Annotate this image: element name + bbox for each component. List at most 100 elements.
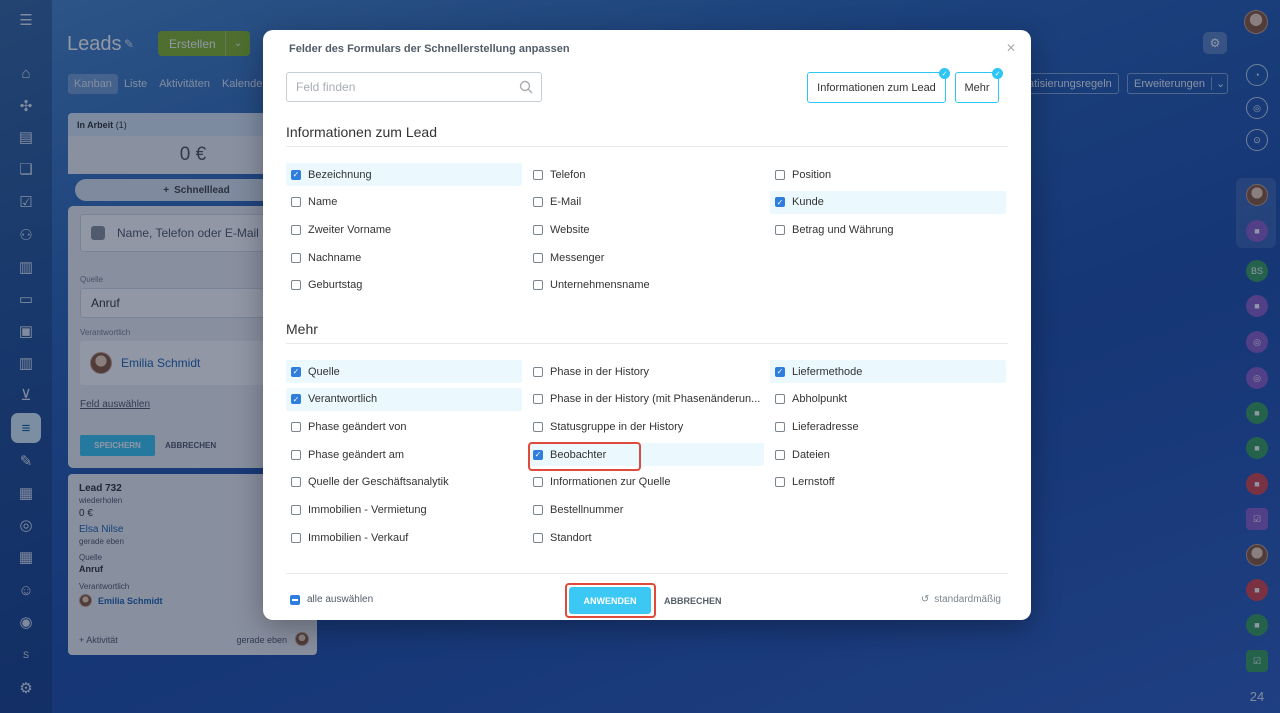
checkbox-icon[interactable]	[775, 421, 785, 432]
field-option[interactable]: Messenger	[528, 246, 764, 269]
select-all-checkbox[interactable]: alle auswählen	[290, 594, 373, 605]
field-option[interactable]: ✓ Verantwortlich	[286, 387, 522, 411]
field-option-label: Quelle der Geschäftsanalytik	[308, 476, 449, 489]
checkbox-icon[interactable]	[291, 280, 301, 291]
field-option-label: Immobilien - Vermietung	[308, 504, 427, 516]
checkbox-checked-icon[interactable]: ✓	[775, 366, 785, 377]
checkbox-icon[interactable]	[291, 252, 301, 263]
field-option[interactable]: Phase geändert von	[286, 415, 522, 438]
checkbox-icon[interactable]	[291, 477, 301, 488]
checkbox-indeterminate-icon	[290, 594, 300, 605]
checkbox-icon[interactable]	[533, 505, 543, 515]
field-option-label: Name	[308, 196, 338, 209]
highlight-frame	[528, 442, 641, 471]
checkbox-icon[interactable]	[291, 421, 301, 432]
field-option-label: Kunde	[792, 196, 824, 209]
field-option[interactable]: Quelle der Geschäftsanalytik	[286, 471, 522, 494]
field-option[interactable]: Lernstoff	[770, 471, 1006, 494]
cancel-button[interactable]: ABBRECHEN	[664, 587, 722, 614]
field-option[interactable]: Abholpunkt	[770, 388, 1006, 411]
field-option-label: Quelle	[308, 365, 340, 378]
field-option-label: Abholpunkt	[792, 393, 848, 406]
field-option[interactable]: Phase geändert am	[286, 443, 522, 466]
field-option[interactable]: Zweiter Vorname	[286, 218, 522, 241]
checkbox-icon[interactable]	[775, 477, 785, 488]
checkbox-icon[interactable]	[775, 169, 785, 180]
field-option-label: Website	[550, 223, 590, 236]
divider	[286, 573, 1008, 574]
checkbox-icon[interactable]	[533, 394, 543, 405]
checkbox-icon[interactable]	[775, 224, 785, 235]
field-option[interactable]: Betrag und Währung	[770, 218, 1006, 241]
category-more-button[interactable]: Mehr ✓	[955, 68, 1003, 103]
check-icon: ✓	[939, 68, 950, 79]
field-option-label: Zweiter Vorname	[308, 223, 392, 236]
checkbox-icon[interactable]	[775, 394, 785, 405]
field-option[interactable]: Immobilien - Verkauf	[286, 526, 522, 549]
reset-default-button[interactable]: ↺ standardmäßig	[921, 594, 1001, 605]
field-option[interactable]: Immobilien - Vermietung	[286, 499, 522, 522]
field-option[interactable]: Dateien	[770, 443, 1006, 466]
field-option-label: Betrag und Währung	[792, 223, 894, 236]
field-option[interactable]: E-Mail	[528, 191, 764, 214]
field-option[interactable]: Standort	[528, 526, 764, 549]
field-option[interactable]: Informationen zur Quelle	[528, 471, 764, 494]
field-option[interactable]: Phase in der History (mit Phasenänderun.…	[528, 388, 764, 411]
search-icon[interactable]	[519, 80, 533, 94]
field-option-label: Verantwortlich	[308, 393, 378, 406]
close-icon[interactable]: ✕	[1006, 41, 1016, 55]
field-option[interactable]: ✓ Quelle	[286, 360, 522, 383]
field-option[interactable]: Nachname	[286, 246, 522, 269]
field-option-label: Standort	[550, 531, 592, 544]
checkbox-icon[interactable]	[533, 169, 543, 180]
field-option[interactable]: Bestellnummer	[528, 499, 764, 522]
checkbox-icon[interactable]	[533, 477, 543, 488]
select-all-label: alle auswählen	[307, 594, 374, 605]
field-option-label: Statusgruppe in der History	[550, 420, 684, 433]
checkbox-icon[interactable]	[775, 449, 785, 460]
checkbox-icon[interactable]	[533, 252, 543, 263]
search-input[interactable]	[287, 73, 541, 101]
divider	[286, 146, 1008, 147]
field-option[interactable]: ✓ Kunde	[770, 190, 1006, 214]
checkbox-icon[interactable]	[533, 532, 543, 543]
dialog-title: Felder des Formulars der Schnellerstellu…	[289, 43, 570, 55]
field-option-label: Phase geändert von	[308, 420, 407, 433]
divider	[286, 343, 1008, 344]
checkbox-icon[interactable]	[533, 366, 543, 377]
field-option-label: Phase in der History	[550, 365, 650, 378]
field-option[interactable]: Geburtstag	[286, 274, 522, 297]
checkbox-icon[interactable]	[533, 421, 543, 432]
checkbox-icon[interactable]	[533, 224, 543, 235]
field-option[interactable]: Unternehmensname	[528, 274, 764, 297]
section-title-info: Informationen zum Lead	[286, 124, 437, 140]
checkbox-checked-icon[interactable]: ✓	[291, 366, 301, 377]
checkbox-icon[interactable]	[291, 505, 301, 515]
checkbox-icon[interactable]	[533, 197, 543, 208]
field-option[interactable]: ✓ Bezeichnung	[286, 163, 522, 186]
checkbox-icon[interactable]	[291, 449, 301, 460]
field-option-label: Messenger	[550, 251, 605, 264]
field-settings-dialog: Felder des Formulars der Schnellerstellu…	[263, 30, 1031, 620]
field-option[interactable]: Website	[528, 218, 764, 241]
checkbox-checked-icon[interactable]: ✓	[291, 394, 301, 405]
field-option[interactable]: ✓ Liefermethode	[770, 360, 1006, 383]
checkbox-icon[interactable]	[291, 197, 301, 208]
checkbox-checked-icon[interactable]: ✓	[291, 169, 301, 180]
checkbox-icon[interactable]	[291, 224, 301, 235]
checkbox-icon[interactable]	[533, 280, 543, 291]
checkbox-checked-icon[interactable]: ✓	[775, 197, 785, 208]
category-info-button[interactable]: Informationen zum Lead ✓	[807, 68, 950, 103]
field-option[interactable]: Phase in der History	[528, 360, 764, 383]
apply-button[interactable]: ANWENDEN	[569, 587, 651, 614]
field-option-label: Lieferadresse	[792, 420, 859, 433]
field-option[interactable]: Name	[286, 191, 522, 214]
field-option[interactable]: Position	[770, 163, 1006, 186]
checkbox-icon[interactable]	[291, 532, 301, 543]
undo-icon: ↺	[920, 594, 930, 605]
field-option-label: Unternehmensname	[550, 279, 650, 292]
field-option[interactable]: Lieferadresse	[770, 415, 1006, 438]
field-option-label: E-Mail	[550, 196, 582, 209]
field-option[interactable]: Telefon	[528, 163, 764, 186]
field-option[interactable]: Statusgruppe in der History	[528, 415, 764, 438]
